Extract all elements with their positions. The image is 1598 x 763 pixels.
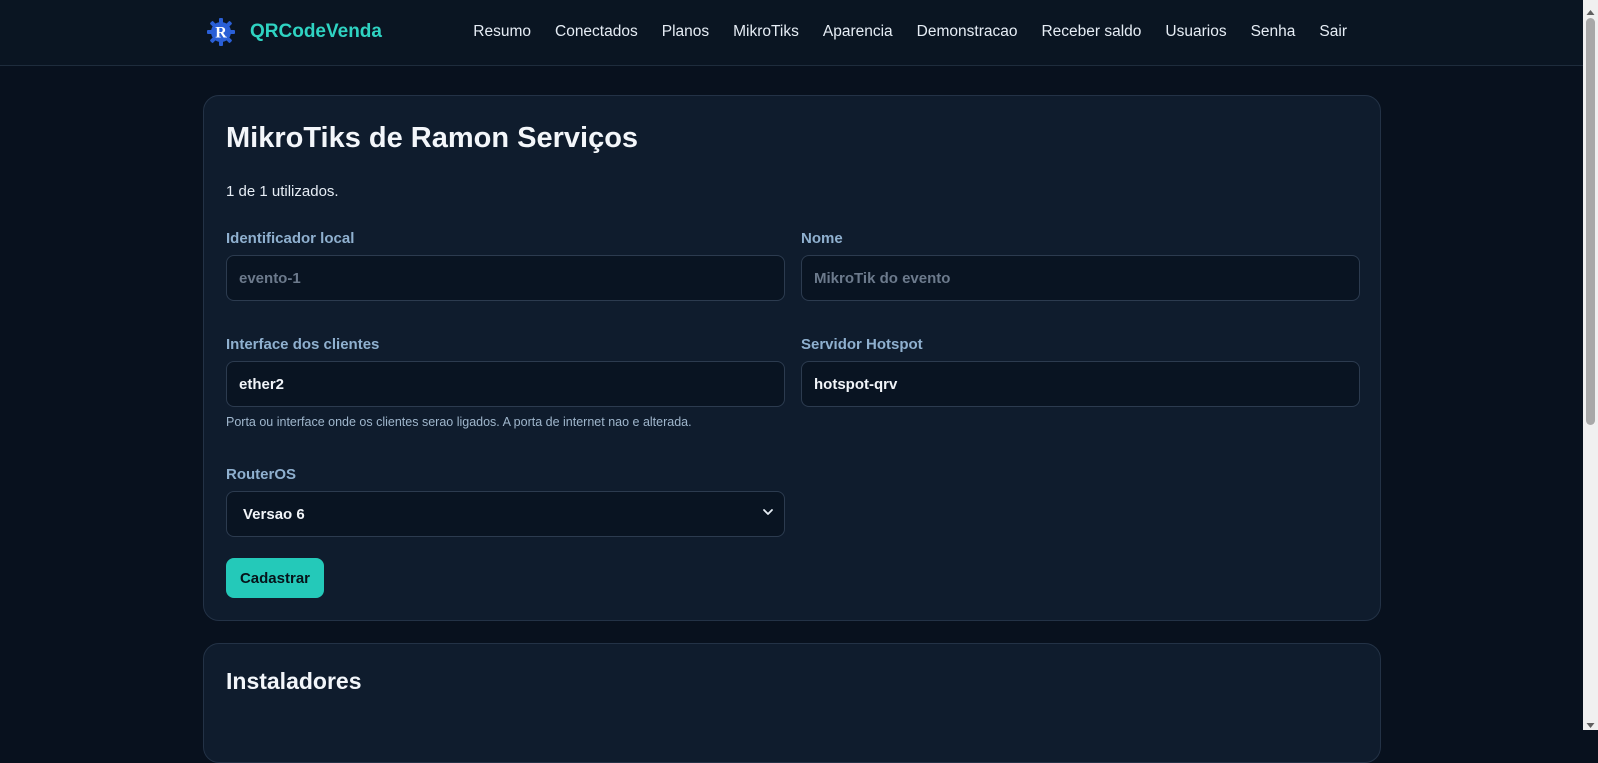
routeros-select[interactable]: Versao 6 [226, 491, 785, 537]
interface-hint: Porta ou interface onde os clientes sera… [226, 415, 692, 429]
scroll-up-icon[interactable] [1586, 4, 1595, 15]
usage-text: 1 de 1 utilizados. [226, 183, 339, 200]
interface-input[interactable] [226, 361, 785, 407]
nav-aparencia[interactable]: Aparencia [823, 23, 893, 41]
main-nav: Resumo Conectados Planos MikroTiks Apare… [449, 23, 1347, 41]
svg-text:R: R [215, 25, 227, 42]
top-navbar: R QRCodeVenda Resumo Conectados Planos M… [0, 0, 1583, 66]
routeros-field: RouterOS Versao 6 [226, 466, 785, 537]
nav-sair[interactable]: Sair [1319, 23, 1347, 41]
nav-mikrotiks[interactable]: MikroTiks [733, 23, 799, 41]
chevron-down-icon [762, 505, 774, 523]
local-id-field: Identificador local [226, 230, 785, 301]
nav-planos[interactable]: Planos [662, 23, 709, 41]
nav-receber-saldo[interactable]: Receber saldo [1041, 23, 1141, 41]
installers-title: Instaladores [226, 668, 362, 694]
local-id-label: Identificador local [226, 230, 355, 247]
hotspot-field: Servidor Hotspot [801, 336, 1360, 407]
routeros-label: RouterOS [226, 466, 297, 483]
page-scrollbar[interactable] [1583, 0, 1598, 730]
name-input[interactable] [801, 255, 1360, 301]
interface-field: Interface dos clientes Porta ou interfac… [226, 336, 785, 429]
page-title: MikroTiks de Ramon Serviços [226, 122, 639, 154]
cadastrar-button[interactable]: Cadastrar [226, 558, 324, 598]
installers-card: Instaladores [203, 643, 1381, 763]
scroll-thumb[interactable] [1586, 18, 1595, 425]
mikrotik-form-card: MikroTiks de Ramon Serviços 1 de 1 utili… [203, 95, 1381, 621]
nav-usuarios[interactable]: Usuarios [1165, 23, 1226, 41]
nav-resumo[interactable]: Resumo [473, 23, 531, 41]
hotspot-input[interactable] [801, 361, 1360, 407]
gear-logo-icon: R [206, 17, 236, 47]
nav-demonstracao[interactable]: Demonstracao [917, 23, 1018, 41]
hotspot-label: Servidor Hotspot [801, 336, 923, 353]
interface-label: Interface dos clientes [226, 336, 380, 353]
nav-senha[interactable]: Senha [1251, 23, 1296, 41]
name-field: Nome [801, 230, 1360, 301]
nav-conectados[interactable]: Conectados [555, 23, 638, 41]
name-label: Nome [801, 230, 843, 247]
brand-name: QRCodeVenda [250, 21, 382, 42]
local-id-input[interactable] [226, 255, 785, 301]
routeros-selected-value: Versao 6 [243, 505, 305, 523]
brand[interactable]: R QRCodeVenda [206, 17, 382, 47]
scroll-down-icon[interactable] [1586, 717, 1595, 728]
